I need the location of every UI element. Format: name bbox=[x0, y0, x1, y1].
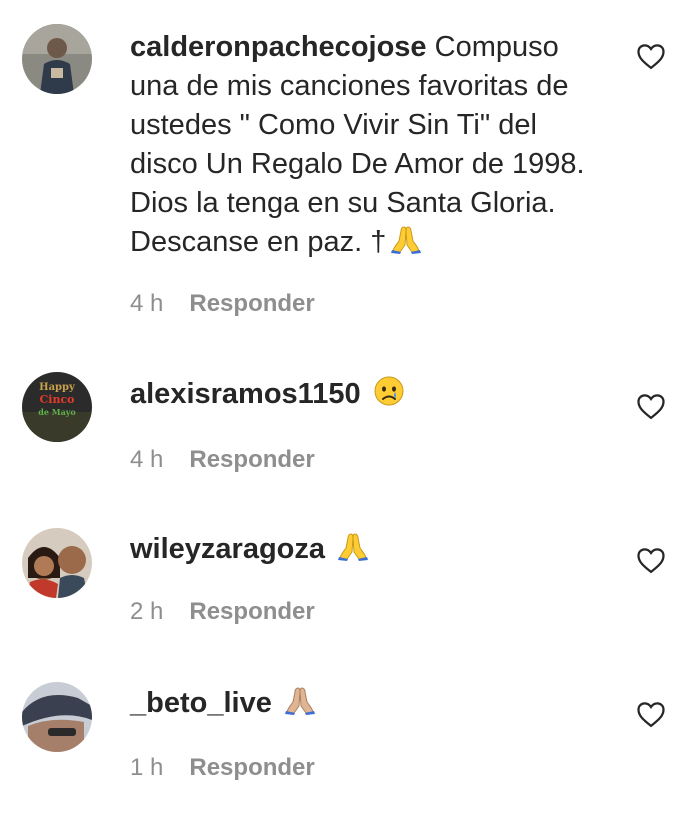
reply-button[interactable]: Responder bbox=[189, 290, 314, 317]
avatar-image: Happy Cinco de Mayo bbox=[22, 372, 92, 442]
avatar-image bbox=[22, 682, 92, 752]
comment-body: alexisramos1150 bbox=[130, 375, 600, 418]
avatar-text: de Mayo bbox=[38, 407, 76, 417]
like-heart-icon[interactable] bbox=[636, 392, 666, 420]
comment-text: Compuso una de mis canciones favoritas d… bbox=[130, 31, 585, 258]
folded-hands-icon bbox=[284, 684, 316, 727]
comment-meta: 4 h Responder bbox=[130, 290, 315, 318]
avatar[interactable] bbox=[22, 24, 92, 94]
crying-face-icon bbox=[373, 375, 405, 418]
avatar[interactable] bbox=[22, 682, 92, 752]
reply-button[interactable]: Responder bbox=[189, 754, 314, 781]
avatar-image bbox=[22, 528, 92, 598]
comment-username[interactable]: alexisramos1150 bbox=[130, 378, 361, 410]
avatar[interactable] bbox=[22, 528, 92, 598]
avatar-text: Cinco bbox=[40, 393, 75, 406]
folded-hands-icon bbox=[390, 223, 422, 266]
folded-hands-icon bbox=[337, 530, 369, 573]
like-heart-icon[interactable] bbox=[636, 42, 666, 70]
comment-meta: 1 h Responder bbox=[130, 754, 315, 782]
comment-meta: 4 h Responder bbox=[130, 446, 315, 474]
like-heart-icon[interactable] bbox=[636, 546, 666, 574]
comment-time: 2 h bbox=[130, 598, 164, 625]
avatar-image bbox=[22, 24, 92, 94]
comment-username[interactable]: wileyzaragoza bbox=[130, 533, 325, 565]
avatar-text: Happy bbox=[39, 382, 76, 393]
comment-body: _beto_live bbox=[130, 684, 600, 727]
comment-meta: 2 h Responder bbox=[130, 598, 315, 626]
comment-username[interactable]: _beto_live bbox=[130, 687, 272, 719]
comment-time: 4 h bbox=[130, 446, 164, 473]
avatar[interactable]: Happy Cinco de Mayo bbox=[22, 372, 92, 442]
comment-body: calderonpachecojose Compuso una de mis c… bbox=[130, 28, 600, 266]
comment-body: wileyzaragoza bbox=[130, 530, 600, 573]
comment-time: 4 h bbox=[130, 290, 164, 317]
reply-button[interactable]: Responder bbox=[189, 598, 314, 625]
like-heart-icon[interactable] bbox=[636, 700, 666, 728]
comment-time: 1 h bbox=[130, 754, 164, 781]
reply-button[interactable]: Responder bbox=[189, 446, 314, 473]
comment-username[interactable]: calderonpachecojose bbox=[130, 31, 427, 63]
